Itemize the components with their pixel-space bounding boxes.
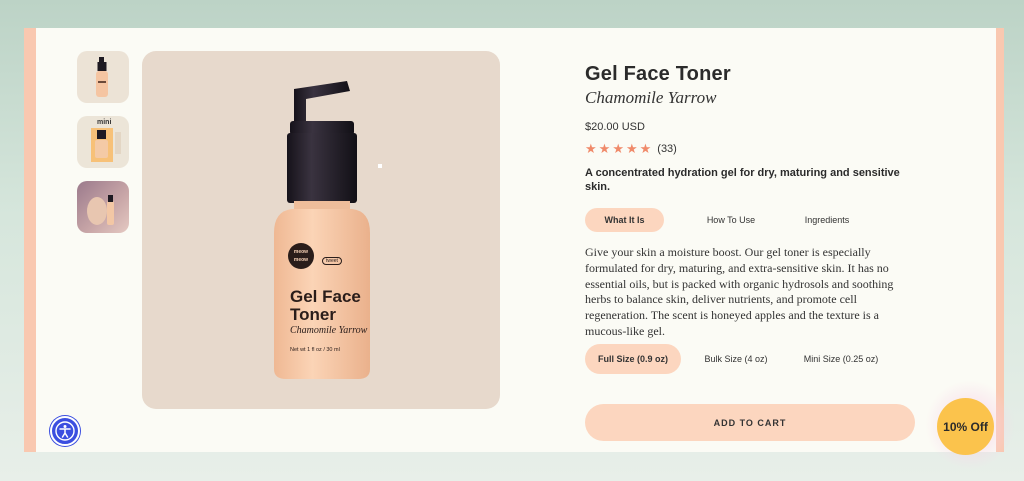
size-label: Full Size (0.9 oz) bbox=[597, 354, 668, 364]
product-tagline: A concentrated hydration gel for dry, ma… bbox=[585, 167, 900, 193]
rating-stars[interactable]: ★ ★ ★ ★ ★ (33) bbox=[585, 142, 677, 155]
star-icon: ★ bbox=[639, 141, 652, 156]
product-subtitle: Chamomile Yarrow bbox=[585, 88, 717, 107]
accessibility-button[interactable] bbox=[50, 416, 80, 446]
tab-label: How To Use bbox=[706, 215, 756, 225]
thumbnail-lifestyle[interactable] bbox=[77, 181, 129, 233]
bottle-brand-line1: meow bbox=[293, 249, 309, 255]
tab-label: Ingredients bbox=[804, 215, 850, 225]
size-full[interactable]: Full Size (0.9 oz) bbox=[585, 344, 681, 374]
tab-how-to-use[interactable]: How To Use bbox=[695, 208, 767, 232]
star-icon: ★ bbox=[598, 141, 611, 156]
thumbnail-mini-label: mini bbox=[97, 119, 112, 126]
accessibility-icon bbox=[55, 421, 75, 441]
bottle-badge: tweet bbox=[322, 257, 342, 265]
product-description: Give your skin a moisture boost. Our gel… bbox=[585, 245, 894, 338]
size-bulk[interactable]: Bulk Size (4 oz) bbox=[695, 344, 777, 374]
tab-what-it-is[interactable]: What It Is bbox=[585, 208, 664, 232]
review-count: (33) bbox=[657, 142, 677, 155]
size-label: Bulk Size (4 oz) bbox=[704, 354, 768, 364]
star-icon: ★ bbox=[625, 141, 638, 156]
bottle-net-weight: Net wt 1 fl oz / 30 ml bbox=[290, 347, 340, 353]
thumbnail-lifestyle-image bbox=[87, 195, 114, 225]
product-bottle-illustration bbox=[274, 81, 370, 379]
discount-label: 10% Off bbox=[943, 419, 988, 434]
product-price: $20.00 USD bbox=[585, 121, 645, 133]
tab-label: What It Is bbox=[604, 215, 645, 225]
bottle-label-line2: Toner bbox=[290, 305, 336, 324]
add-to-cart-button[interactable]: ADD TO CART bbox=[585, 404, 915, 441]
thumbnail-mini[interactable]: mini bbox=[77, 116, 129, 168]
size-mini[interactable]: Mini Size (0.25 oz) bbox=[795, 344, 887, 374]
star-icon: ★ bbox=[585, 141, 597, 156]
bottle-brand-line2: meow bbox=[293, 257, 309, 263]
star-icon: ★ bbox=[612, 141, 624, 156]
bottle-label-sub: Chamomile Yarrow bbox=[290, 325, 368, 336]
add-to-cart-label: ADD TO CART bbox=[713, 417, 787, 428]
image-marker bbox=[378, 164, 382, 168]
size-label: Mini Size (0.25 oz) bbox=[803, 354, 879, 364]
discount-badge-button[interactable]: 10% Off bbox=[937, 398, 994, 455]
thumbnail-bottle-image bbox=[96, 57, 108, 97]
product-title: Gel Face Toner bbox=[585, 63, 731, 85]
bottle-brand-logo: meow meow bbox=[288, 243, 314, 269]
bottle-label-line1: Gel Face bbox=[290, 287, 361, 306]
tab-ingredients[interactable]: Ingredients bbox=[795, 208, 859, 232]
main-product-image: meow meow tweet Gel Face Toner Chamomile… bbox=[142, 51, 500, 409]
thumbnail-bottle[interactable] bbox=[77, 51, 129, 103]
